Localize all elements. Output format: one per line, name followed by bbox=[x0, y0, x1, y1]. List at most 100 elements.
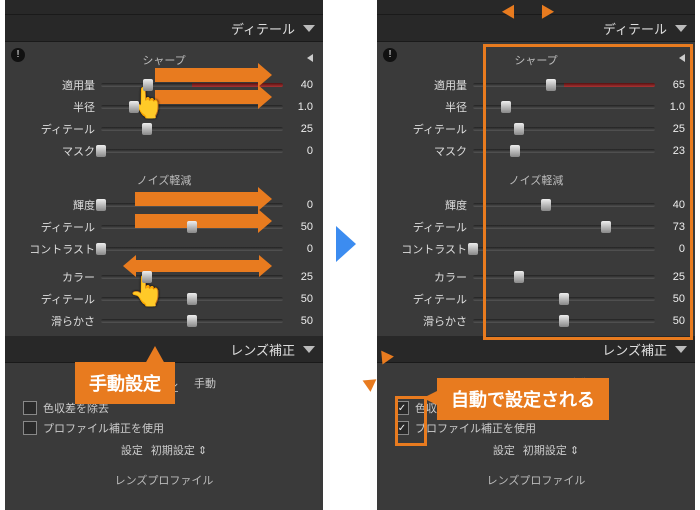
amount-slider[interactable] bbox=[473, 83, 655, 87]
tab-manual[interactable]: 手動 bbox=[194, 375, 216, 392]
lens-title: レンズ補正 bbox=[230, 340, 295, 359]
luminance-slider[interactable] bbox=[473, 203, 655, 207]
contrast-label: コントラスト bbox=[387, 241, 467, 257]
chromatic-label: 色収差を除去 bbox=[415, 400, 481, 416]
amount-label: 適用量 bbox=[15, 77, 95, 93]
mask-label: マスク bbox=[15, 143, 95, 159]
mask-slider[interactable] bbox=[101, 149, 283, 153]
noise-detail-label: ディテール bbox=[387, 219, 467, 235]
luminance-label: 輝度 bbox=[15, 197, 95, 213]
amount-value[interactable]: 65 bbox=[661, 79, 685, 91]
checkbox-profile[interactable] bbox=[23, 421, 37, 435]
annotation-arrow bbox=[155, 90, 260, 104]
color-detail-slider[interactable] bbox=[101, 297, 283, 301]
contrast-slider[interactable] bbox=[101, 247, 283, 251]
profile-label: プロファイル補正を使用 bbox=[43, 420, 164, 436]
checkbox-chromatic-checked[interactable]: ✓ bbox=[395, 401, 409, 415]
mask-slider[interactable] bbox=[473, 149, 655, 153]
color-value[interactable]: 25 bbox=[289, 271, 313, 283]
lens-tabs: プロファイル 手動 bbox=[387, 369, 685, 398]
detail-title: ディテール bbox=[603, 19, 667, 38]
color-detail-label: ディテール bbox=[15, 291, 95, 307]
radius-slider[interactable] bbox=[473, 105, 655, 109]
amount-value[interactable]: 40 bbox=[289, 79, 313, 91]
amount-label: 適用量 bbox=[387, 77, 467, 93]
smooth-value[interactable]: 50 bbox=[661, 315, 685, 327]
smooth-slider[interactable] bbox=[101, 319, 283, 323]
collapse-icon[interactable] bbox=[303, 25, 315, 32]
disclosure-icon[interactable] bbox=[307, 54, 313, 62]
profile-label: プロファイル補正を使用 bbox=[415, 420, 536, 436]
detail-slider[interactable] bbox=[473, 127, 655, 131]
collapse-icon[interactable] bbox=[303, 346, 315, 353]
noise-detail-value[interactable]: 50 bbox=[289, 221, 313, 233]
detail-label: ディテール bbox=[387, 121, 467, 137]
tab-manual[interactable]: 手動 bbox=[566, 375, 588, 392]
color-label: カラー bbox=[15, 269, 95, 285]
checkbox-profile-checked[interactable]: ✓ bbox=[395, 421, 409, 435]
annotation-arrow bbox=[135, 192, 260, 206]
collapse-icon[interactable] bbox=[675, 25, 687, 32]
smooth-label: 滑らかさ bbox=[387, 313, 467, 329]
radius-value[interactable]: 1.0 bbox=[661, 101, 685, 113]
radius-label: 半径 bbox=[15, 99, 95, 115]
corner-marker-icon bbox=[360, 374, 377, 392]
transition-arrow-icon bbox=[336, 226, 356, 262]
chromatic-label: 色収差を除去 bbox=[43, 400, 109, 416]
noise-group-title: ノイズ軽減 bbox=[387, 172, 685, 188]
annotation-arrow bbox=[155, 68, 260, 82]
noise-detail-value[interactable]: 73 bbox=[661, 221, 685, 233]
color-value[interactable]: 25 bbox=[661, 271, 685, 283]
color-detail-slider[interactable] bbox=[473, 297, 655, 301]
lens-title: レンズ補正 bbox=[602, 340, 667, 359]
color-detail-value[interactable]: 50 bbox=[661, 293, 685, 305]
annotation-arrow bbox=[135, 214, 260, 228]
radius-value[interactable]: 1.0 bbox=[289, 101, 313, 113]
color-slider[interactable] bbox=[473, 275, 655, 279]
detail-value[interactable]: 25 bbox=[661, 123, 685, 135]
noise-detail-label: ディテール bbox=[15, 219, 95, 235]
smooth-value[interactable]: 50 bbox=[289, 315, 313, 327]
contrast-label: コントラスト bbox=[15, 241, 95, 257]
color-detail-label: ディテール bbox=[387, 291, 467, 307]
sharpen-group-title: シャープ bbox=[387, 52, 685, 68]
detail-label: ディテール bbox=[15, 121, 95, 137]
detail-value[interactable]: 25 bbox=[289, 123, 313, 135]
detail-header[interactable]: ディテール bbox=[377, 15, 695, 42]
luminance-label: 輝度 bbox=[387, 197, 467, 213]
lens-header[interactable]: レンズ補正 bbox=[377, 336, 695, 363]
detail-panel-after: ディテール ! シャープ 適用量65 半径1.0 ディテール25 マスク23 ノ… bbox=[377, 0, 695, 510]
lens-profile-title: レンズプロファイル bbox=[15, 472, 313, 488]
checkbox-chromatic[interactable] bbox=[23, 401, 37, 415]
contrast-slider[interactable] bbox=[473, 247, 655, 251]
collapse-icon[interactable] bbox=[675, 346, 687, 353]
detail-title: ディテール bbox=[231, 19, 295, 38]
mask-value[interactable]: 0 bbox=[289, 145, 313, 157]
tab-profile[interactable]: プロファイル bbox=[112, 375, 178, 392]
contrast-value[interactable]: 0 bbox=[661, 243, 685, 255]
lens-profile-title: レンズプロファイル bbox=[387, 472, 685, 488]
luminance-value[interactable]: 0 bbox=[289, 199, 313, 211]
radius-label: 半径 bbox=[387, 99, 467, 115]
noise-group-title: ノイズ軽減 bbox=[15, 172, 313, 188]
disclosure-icon[interactable] bbox=[679, 54, 685, 62]
settings-dropdown[interactable]: 初期設定 ⇕ bbox=[523, 442, 579, 458]
lens-header[interactable]: レンズ補正 bbox=[5, 336, 323, 363]
detail-slider[interactable] bbox=[101, 127, 283, 131]
settings-dropdown[interactable]: 初期設定 ⇕ bbox=[151, 442, 207, 458]
mask-value[interactable]: 23 bbox=[661, 145, 685, 157]
radius-slider[interactable] bbox=[101, 105, 283, 109]
color-detail-value[interactable]: 50 bbox=[289, 293, 313, 305]
noise-detail-slider[interactable] bbox=[473, 225, 655, 229]
settings-label: 設定 bbox=[493, 442, 515, 458]
contrast-value[interactable]: 0 bbox=[289, 243, 313, 255]
annotation-arrow-double bbox=[135, 260, 260, 272]
settings-label: 設定 bbox=[121, 442, 143, 458]
smooth-label: 滑らかさ bbox=[15, 313, 95, 329]
amount-slider[interactable] bbox=[101, 83, 283, 87]
detail-header[interactable]: ディテール bbox=[5, 15, 323, 42]
color-label: カラー bbox=[387, 269, 467, 285]
tab-profile[interactable]: プロファイル bbox=[484, 375, 550, 392]
luminance-value[interactable]: 40 bbox=[661, 199, 685, 211]
smooth-slider[interactable] bbox=[473, 319, 655, 323]
